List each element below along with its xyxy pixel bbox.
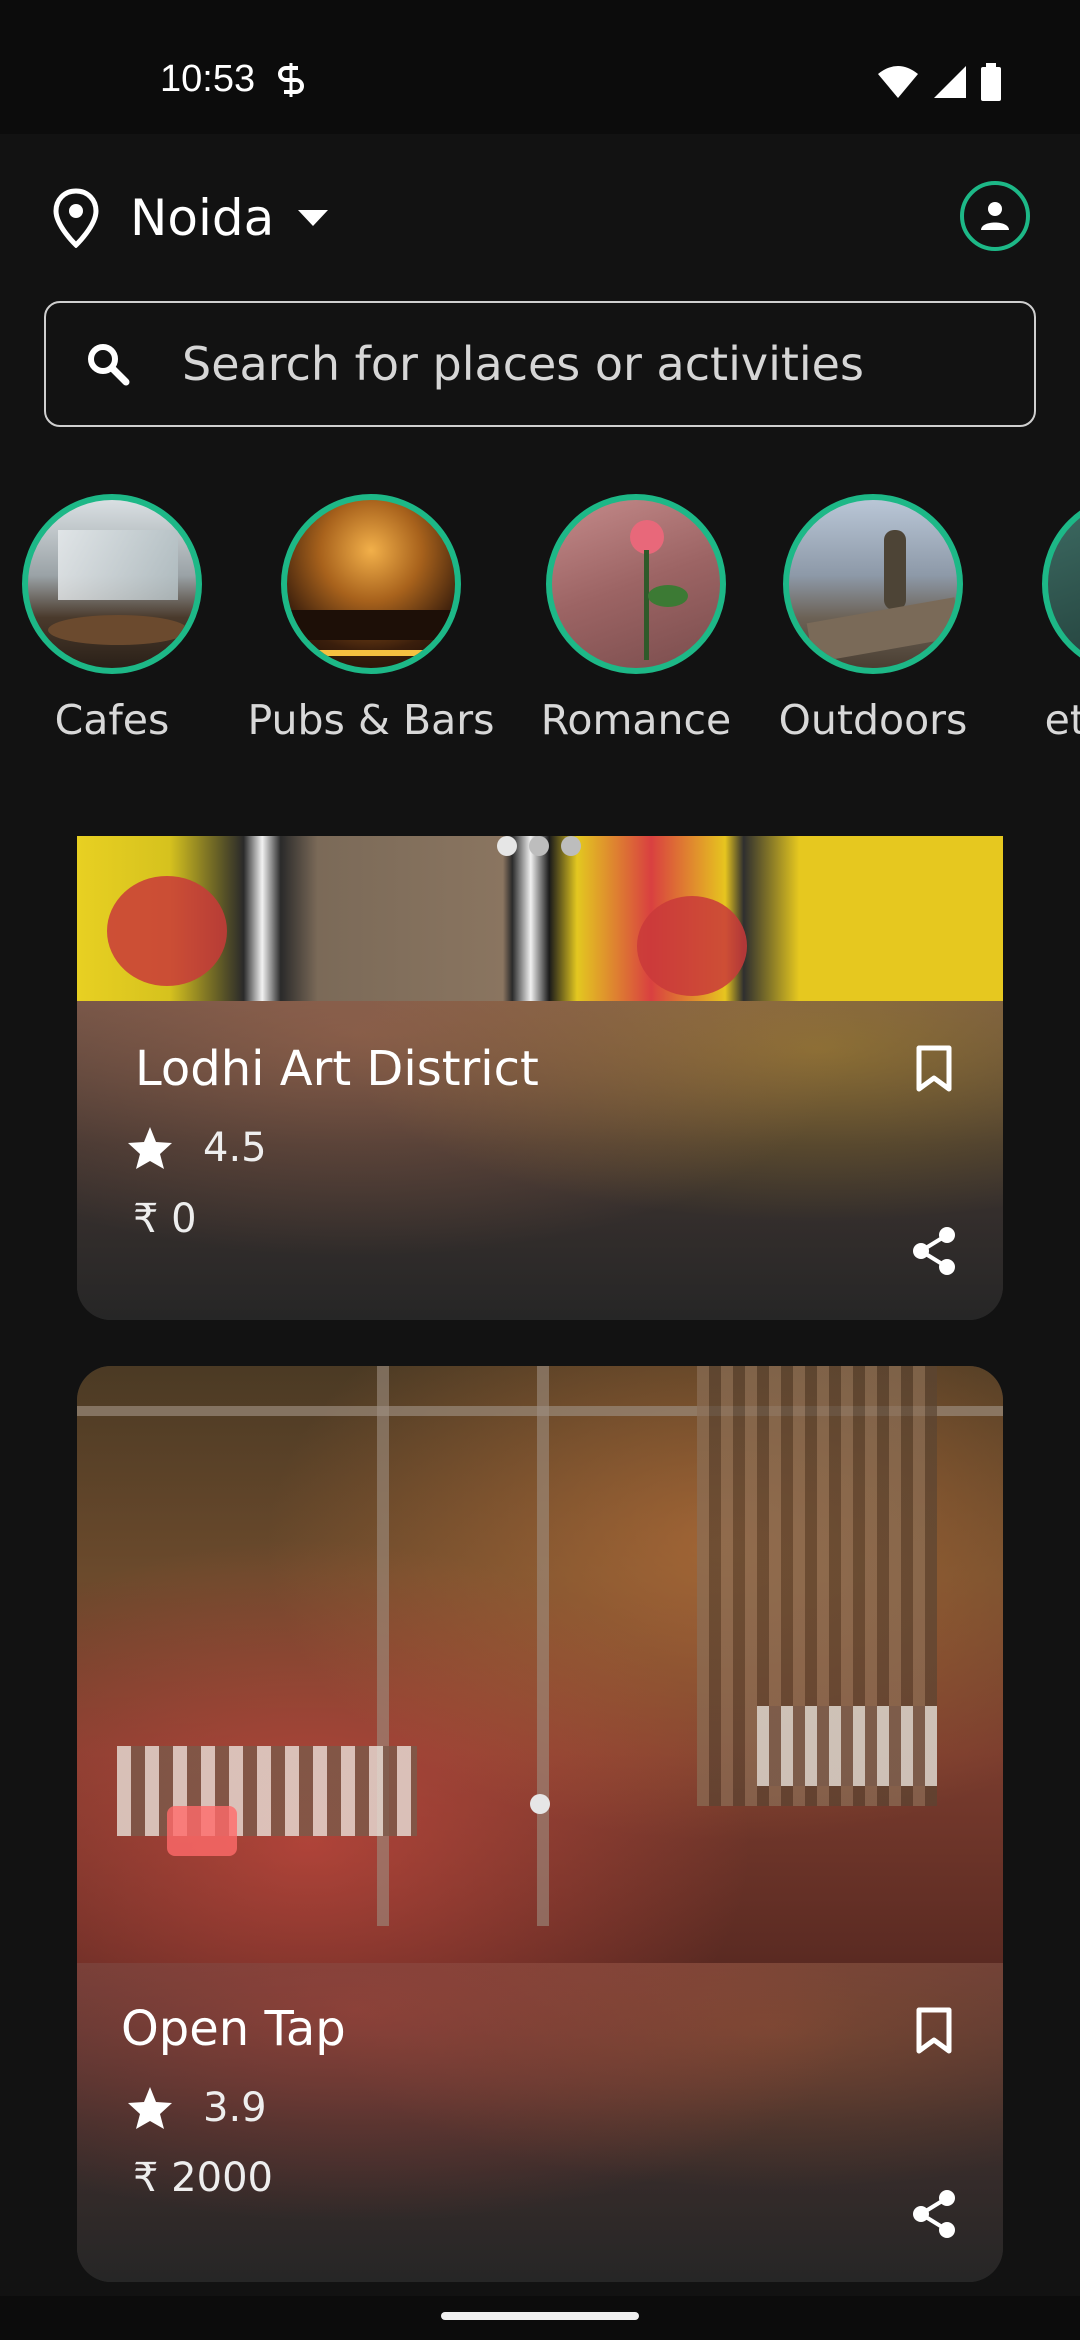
profile-button[interactable] (960, 181, 1030, 251)
place-image (77, 1366, 1003, 1963)
location-pin-icon (53, 188, 99, 248)
location-name: Noida (130, 189, 275, 247)
rating-row: 4.5 (127, 1125, 267, 1171)
bookmark-icon[interactable] (915, 1045, 953, 1093)
category-cafes[interactable]: Cafes (22, 494, 202, 744)
rating-value: 3.9 (203, 2085, 267, 2131)
category-label: Cafes (54, 696, 170, 744)
pager-dot (561, 836, 581, 856)
category-net[interactable]: Net (1042, 494, 1080, 744)
category-label: Outdoors (778, 696, 968, 744)
gesture-nav-bar (0, 2296, 1080, 2340)
category-pubs-bars[interactable]: Pubs & Bars (248, 494, 494, 744)
star-icon (128, 1127, 172, 1169)
category-image (1042, 494, 1080, 674)
category-label: Romance (540, 696, 732, 744)
pager-dot (530, 1794, 550, 1814)
image-pager-dots (530, 1794, 550, 1814)
pager-dot (497, 836, 517, 856)
sync-s-icon (278, 63, 304, 97)
share-icon[interactable] (911, 1226, 957, 1276)
person-icon (981, 202, 1009, 230)
star-icon (128, 2087, 172, 2129)
signal-icon (934, 66, 966, 98)
app-screen: 10:53 Noida Search for places or activit… (0, 0, 1080, 2340)
bookmark-icon[interactable] (915, 2007, 953, 2055)
place-card[interactable]: Open Tap 3.9 ₹ 2000 (77, 1366, 1003, 2282)
rating-row: 3.9 (127, 2085, 267, 2131)
status-icons (876, 62, 1002, 102)
status-bar: 10:53 (0, 0, 1080, 134)
category-image (22, 494, 202, 674)
chevron-down-icon (298, 210, 329, 226)
home-handle[interactable] (441, 2312, 639, 2320)
category-image (783, 494, 963, 674)
place-info: Lodhi Art District 4.5 ₹ 0 (77, 1001, 1003, 1320)
place-card[interactable]: Lodhi Art District 4.5 ₹ 0 (77, 836, 1003, 1320)
price: ₹ 0 (133, 1196, 197, 1242)
category-label: Pubs & Bars (247, 696, 495, 744)
rating-value: 4.5 (203, 1125, 267, 1171)
status-time: 10:53 (160, 58, 256, 100)
battery-icon (981, 63, 1001, 101)
pager-dot (529, 836, 549, 856)
category-image (546, 494, 726, 674)
share-icon[interactable] (911, 2189, 957, 2239)
wifi-icon (878, 66, 918, 98)
category-label: Net (1042, 696, 1080, 744)
search-input[interactable]: Search for places or activities (44, 301, 1036, 427)
search-icon (88, 344, 130, 386)
place-info: Open Tap 3.9 ₹ 2000 (77, 1963, 1003, 2282)
place-title: Lodhi Art District (135, 1041, 539, 1097)
category-image (281, 494, 461, 674)
place-image (77, 836, 1003, 1001)
image-pager-dots (497, 836, 581, 856)
location-selector[interactable]: Noida (52, 186, 330, 250)
category-romance[interactable]: Romance (541, 494, 731, 744)
category-outdoors[interactable]: Outdoors (779, 494, 967, 744)
price: ₹ 2000 (133, 2155, 273, 2201)
search-placeholder: Search for places or activities (182, 337, 864, 391)
place-title: Open Tap (121, 2001, 346, 2057)
